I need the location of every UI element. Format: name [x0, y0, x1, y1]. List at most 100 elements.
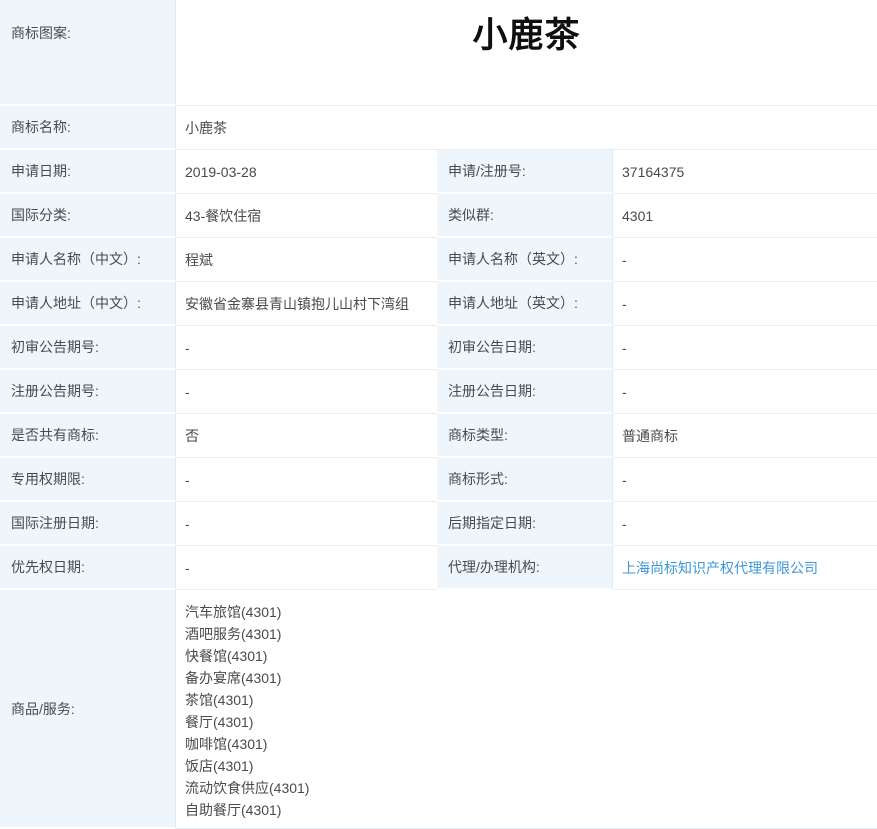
field-label-text: 后期指定日期:	[448, 513, 536, 533]
field-value-text: 安徽省金寨县青山镇抱儿山村下湾组	[185, 294, 409, 314]
field-label-text: 注册公告日期:	[448, 381, 536, 401]
field-value: -	[613, 282, 877, 326]
field-label-text: 商品/服务:	[11, 699, 75, 719]
trademark-logo-text: 小鹿茶	[472, 7, 580, 58]
field-value: -	[176, 370, 437, 414]
field-value-text: -	[185, 384, 190, 400]
service-item: 饭店(4301)	[185, 755, 309, 777]
field-label-text: 专用权期限:	[11, 469, 85, 489]
field-label: 是否共有商标:	[0, 414, 176, 458]
field-value-text: -	[185, 472, 190, 488]
field-value: -	[613, 326, 877, 370]
field-label-text: 初审公告期号:	[11, 337, 99, 357]
field-label-text: 国际注册日期:	[11, 513, 99, 533]
field-label: 后期指定日期:	[437, 502, 613, 546]
field-label-text: 商标图案:	[11, 23, 71, 43]
field-value: -	[176, 546, 437, 590]
field-label-text: 注册公告期号:	[11, 381, 99, 401]
field-label-text: 类似群:	[448, 205, 494, 225]
field-value-text: 43-餐饮住宿	[185, 206, 261, 226]
field-label: 国际注册日期:	[0, 502, 176, 546]
field-value: 4301	[613, 194, 877, 238]
field-value-text: 37164375	[622, 164, 684, 180]
field-value: -	[613, 238, 877, 282]
field-label-text: 商标形式:	[448, 469, 508, 489]
field-label: 商标形式:	[437, 458, 613, 502]
field-value-text: -	[622, 516, 627, 532]
trademark-detail-table: 商标图案: 小鹿茶 商标名称: 小鹿茶 申请日期: 2019-03-28 申请/…	[0, 0, 877, 829]
table-row: 申请人地址（中文）: 安徽省金寨县青山镇抱儿山村下湾组 申请人地址（英文）: -	[0, 282, 876, 326]
service-item: 快餐馆(4301)	[185, 645, 309, 667]
field-value-text: -	[185, 560, 190, 576]
table-row: 初审公告期号: - 初审公告日期: -	[0, 326, 876, 370]
field-label-text: 优先权日期:	[11, 557, 85, 577]
field-label: 注册公告期号:	[0, 370, 176, 414]
field-label: 初审公告期号:	[0, 326, 176, 370]
field-value-text: -	[622, 340, 627, 356]
field-label: 国际分类:	[0, 194, 176, 238]
field-label-text: 是否共有商标:	[11, 425, 99, 445]
field-value: 安徽省金寨县青山镇抱儿山村下湾组	[176, 282, 437, 326]
table-row-image: 商标图案: 小鹿茶	[0, 0, 876, 106]
field-label-text: 国际分类:	[11, 205, 71, 225]
service-item: 备办宴席(4301)	[185, 667, 309, 689]
service-item: 酒吧服务(4301)	[185, 623, 309, 645]
field-label: 注册公告日期:	[437, 370, 613, 414]
field-value: 程斌	[176, 238, 437, 282]
field-value: 普通商标	[613, 414, 877, 458]
field-label-text: 商标名称:	[11, 117, 71, 137]
table-row: 申请日期: 2019-03-28 申请/注册号: 37164375	[0, 150, 876, 194]
table-row-services: 商品/服务: 汽车旅馆(4301) 酒吧服务(4301) 快餐馆(4301) 备…	[0, 590, 876, 829]
service-item: 茶馆(4301)	[185, 689, 309, 711]
field-value-text: 否	[185, 426, 199, 446]
field-value-text: -	[622, 384, 627, 400]
field-label: 代理/办理机构:	[437, 546, 613, 590]
field-value: -	[176, 326, 437, 370]
field-value: 43-餐饮住宿	[176, 194, 437, 238]
field-value-text: -	[185, 516, 190, 532]
field-value-text: 程斌	[185, 250, 213, 270]
table-row: 专用权期限: - 商标形式: -	[0, 458, 876, 502]
field-label-text: 申请人名称（英文）:	[448, 249, 578, 269]
field-label-text: 代理/办理机构:	[448, 557, 540, 577]
field-label: 类似群:	[437, 194, 613, 238]
field-label-name: 商标名称:	[0, 106, 176, 150]
field-value-name: 小鹿茶	[176, 106, 877, 150]
services-list: 汽车旅馆(4301) 酒吧服务(4301) 快餐馆(4301) 备办宴席(430…	[185, 601, 309, 821]
table-row: 申请人名称（中文）: 程斌 申请人名称（英文）: -	[0, 238, 876, 282]
field-value-text: 小鹿茶	[185, 118, 227, 138]
field-label-text: 申请人名称（中文）:	[11, 249, 141, 269]
field-value-text: 2019-03-28	[185, 164, 257, 180]
field-value-text: 普通商标	[622, 426, 678, 446]
field-label-text: 申请人地址（中文）:	[11, 293, 141, 313]
services-list-cell: 汽车旅馆(4301) 酒吧服务(4301) 快餐馆(4301) 备办宴席(430…	[176, 590, 877, 829]
trademark-image-cell: 小鹿茶	[176, 0, 877, 106]
field-value-text: -	[622, 296, 627, 312]
field-value: -	[613, 502, 877, 546]
table-row: 注册公告期号: - 注册公告日期: -	[0, 370, 876, 414]
field-value: -	[176, 458, 437, 502]
field-value: -	[613, 370, 877, 414]
field-value-text: -	[622, 252, 627, 268]
field-value-agency: 上海尚标知识产权代理有限公司	[613, 546, 877, 590]
field-label: 优先权日期:	[0, 546, 176, 590]
field-label-text: 申请人地址（英文）:	[448, 293, 578, 313]
field-value: 2019-03-28	[176, 150, 437, 194]
field-label: 申请日期:	[0, 150, 176, 194]
field-value: 否	[176, 414, 437, 458]
service-item: 自助餐厅(4301)	[185, 799, 309, 821]
field-label-text: 申请/注册号:	[448, 161, 526, 181]
field-label: 专用权期限:	[0, 458, 176, 502]
field-label: 申请人名称（中文）:	[0, 238, 176, 282]
table-row: 优先权日期: - 代理/办理机构: 上海尚标知识产权代理有限公司	[0, 546, 876, 590]
table-row: 国际分类: 43-餐饮住宿 类似群: 4301	[0, 194, 876, 238]
field-label: 申请人名称（英文）:	[437, 238, 613, 282]
table-row: 国际注册日期: - 后期指定日期: -	[0, 502, 876, 546]
table-row: 是否共有商标: 否 商标类型: 普通商标	[0, 414, 876, 458]
field-label-services: 商品/服务:	[0, 590, 176, 829]
service-item: 流动饮食供应(4301)	[185, 777, 309, 799]
field-label: 初审公告日期:	[437, 326, 613, 370]
field-label-text: 初审公告日期:	[448, 337, 536, 357]
field-label-text: 商标类型:	[448, 425, 508, 445]
agency-link[interactable]: 上海尚标知识产权代理有限公司	[622, 558, 818, 578]
